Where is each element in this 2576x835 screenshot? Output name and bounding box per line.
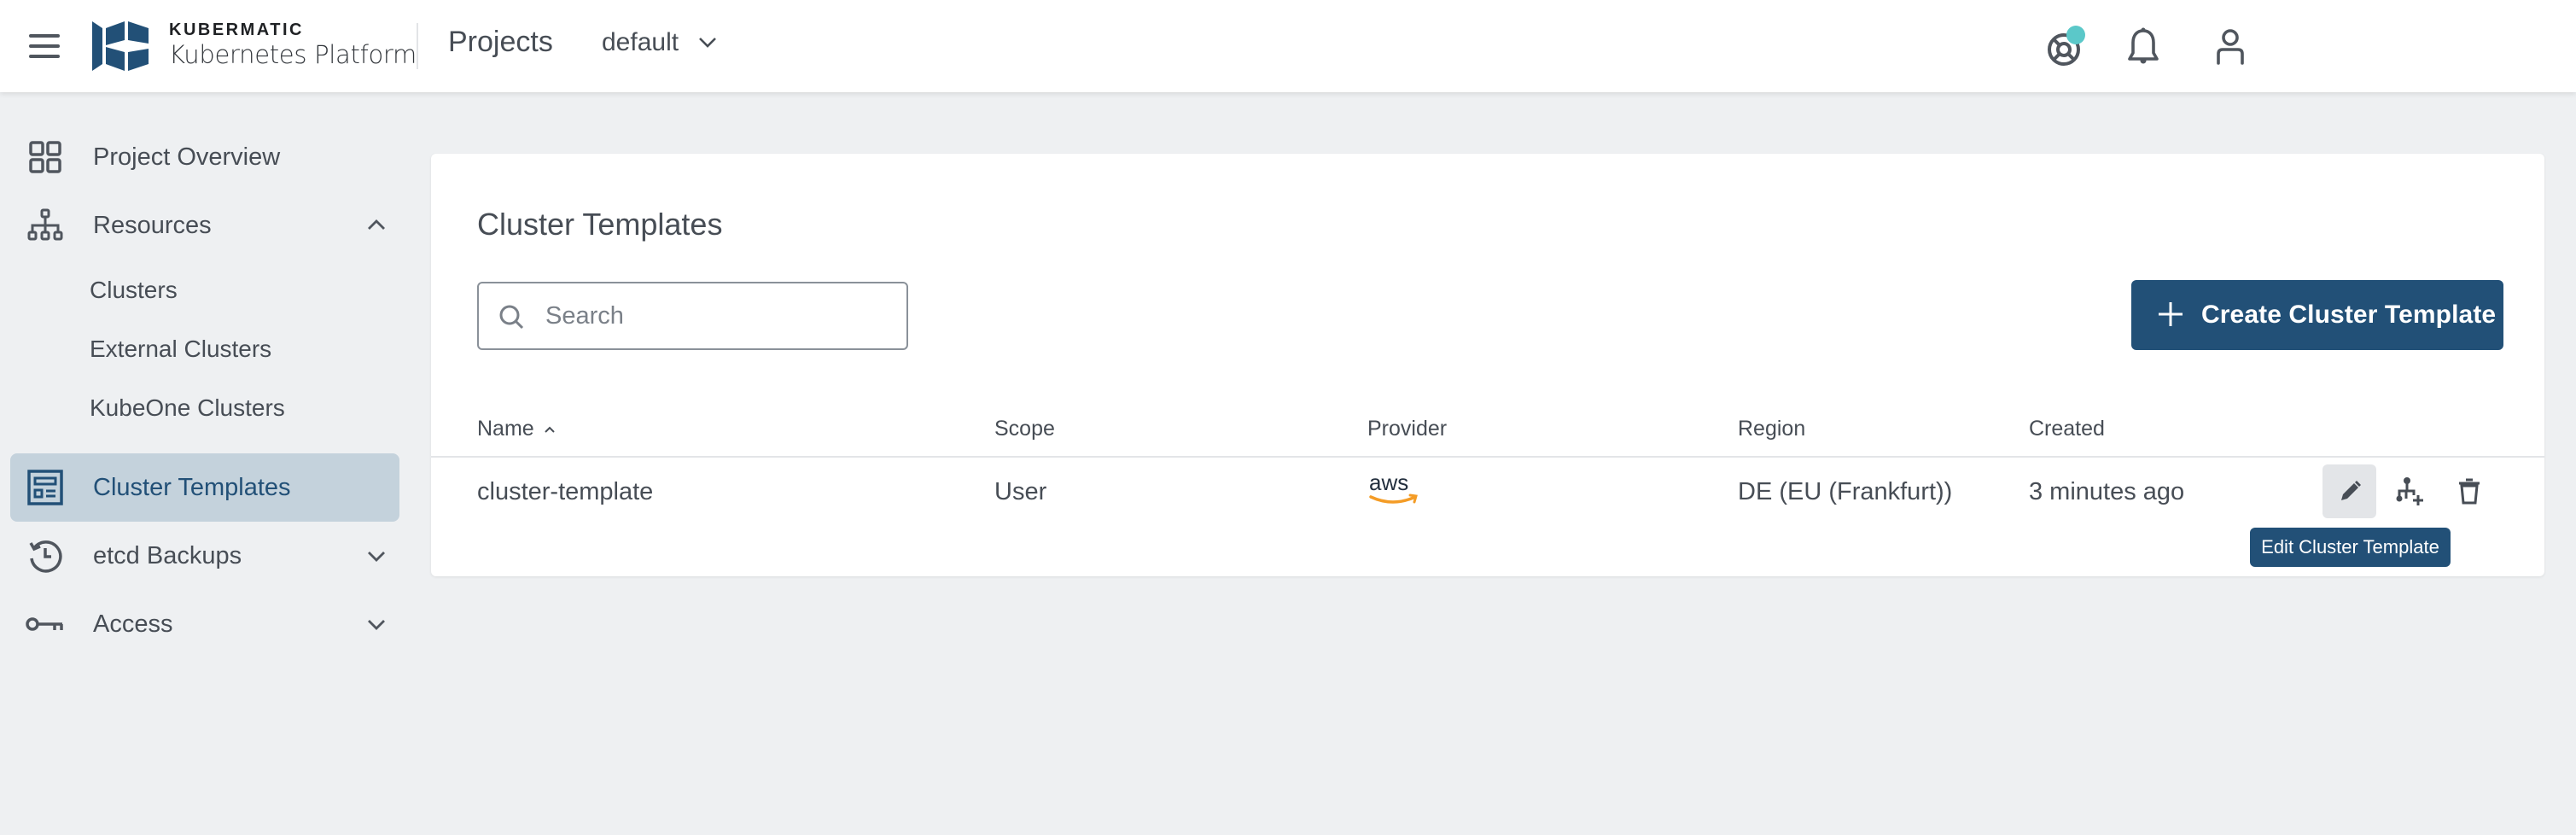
user-icon [2217, 29, 2244, 65]
sidebar-item-label: Resources [93, 211, 212, 239]
notifications-button[interactable] [2122, 26, 2165, 68]
dashboard-grid-icon [26, 137, 65, 177]
search-field[interactable] [477, 282, 908, 350]
sidebar-subitem-external-clusters[interactable]: External Clusters [90, 336, 271, 363]
chevron-down-icon [699, 38, 716, 48]
cell-created: 3 minutes ago [2029, 478, 2185, 505]
brand-bottom-text: Kubernetes Platform [169, 40, 417, 69]
column-header-name[interactable]: Name [477, 417, 557, 441]
brand-top-text: KUBERMATIC [169, 20, 304, 39]
svg-text:aws: aws [1369, 470, 1408, 495]
notification-badge [2066, 26, 2085, 44]
sidebar-item-label: Project Overview [93, 143, 281, 171]
history-icon [26, 536, 65, 575]
create-cluster-template-button[interactable]: Create Cluster Template [2131, 280, 2503, 350]
chevron-up-icon [368, 219, 385, 230]
hamburger-line [29, 44, 60, 48]
column-header-created[interactable]: Created [2029, 417, 2105, 441]
sitemap-add-icon [2396, 476, 2423, 505]
sitemap-icon [26, 206, 65, 245]
bell-icon [2128, 27, 2159, 64]
pencil-edit-icon [2340, 480, 2361, 500]
column-header-region[interactable]: Region [1738, 417, 1805, 441]
table-row[interactable]: cluster-template User aws DE (EU (Frankf… [431, 458, 2544, 533]
create-button-label: Create Cluster Template [2201, 301, 2497, 329]
column-header-provider[interactable]: Provider [1367, 417, 1447, 441]
project-selector[interactable]: default [602, 28, 718, 57]
trash-icon [2458, 478, 2480, 504]
sidebar-item-cluster-templates[interactable]: Cluster Templates [10, 453, 399, 522]
sort-ascending-icon [544, 426, 555, 433]
key-icon [26, 604, 65, 644]
cell-region: DE (EU (Frankfurt)) [1738, 478, 1953, 505]
sidebar-subitem-kubeone-clusters[interactable]: KubeOne Clusters [90, 394, 285, 422]
account-button[interactable] [2209, 26, 2252, 68]
brand-name: KUBERMATIC Kubernetes Platform [169, 20, 417, 70]
help-support-button[interactable] [2045, 26, 2088, 68]
cell-scope: User [994, 478, 1047, 505]
page-title: Cluster Templates [477, 207, 723, 242]
template-icon [26, 468, 65, 507]
sidebar-item-label: Access [93, 610, 173, 638]
top-header: KUBERMATIC Kubernetes Platform Projects … [0, 0, 2576, 92]
edit-template-button[interactable] [2322, 464, 2376, 518]
sidebar-item-project-overview[interactable]: Project Overview [10, 123, 399, 191]
edit-template-tooltip: Edit Cluster Template [2250, 528, 2451, 567]
kubermatic-logo-icon[interactable] [92, 21, 152, 71]
chevron-down-icon [368, 552, 385, 562]
hamburger-menu-icon [29, 34, 60, 38]
column-header-scope[interactable]: Scope [994, 417, 1055, 441]
search-icon [499, 305, 524, 330]
aws-provider-icon: aws [1369, 470, 1418, 504]
sidebar-item-etcd-backups[interactable]: etcd Backups [10, 522, 399, 590]
chevron-down-icon [368, 620, 385, 630]
sidebar-subitem-clusters[interactable]: Clusters [90, 277, 178, 304]
table-header: Name Scope Provider Region Created [431, 400, 2544, 458]
sidebar-item-resources[interactable]: Resources [10, 191, 399, 260]
main-menu-button[interactable] [24, 27, 67, 65]
plus-icon [2159, 302, 2183, 326]
column-label: Name [477, 417, 534, 441]
create-cluster-from-template-button[interactable] [2383, 464, 2437, 518]
lifebuoy-help-icon [2048, 26, 2085, 66]
sidebar-item-label: Cluster Templates [93, 473, 291, 501]
hamburger-line [29, 55, 60, 58]
sidebar-nav: Project Overview Resources Clusters Exte… [0, 92, 408, 835]
sidebar-item-access[interactable]: Access [10, 590, 399, 658]
cluster-templates-card: Cluster Templates Create Cluster Templat… [431, 154, 2544, 576]
sidebar-item-label: etcd Backups [93, 541, 242, 569]
selected-project: default [602, 28, 679, 56]
delete-template-button[interactable] [2442, 464, 2496, 518]
search-input[interactable] [545, 295, 887, 336]
projects-link[interactable]: Projects [448, 26, 553, 59]
cell-name: cluster-template [477, 478, 654, 505]
header-divider [417, 23, 418, 69]
cluster-templates-table: Name Scope Provider Region Created clust… [431, 400, 2544, 533]
